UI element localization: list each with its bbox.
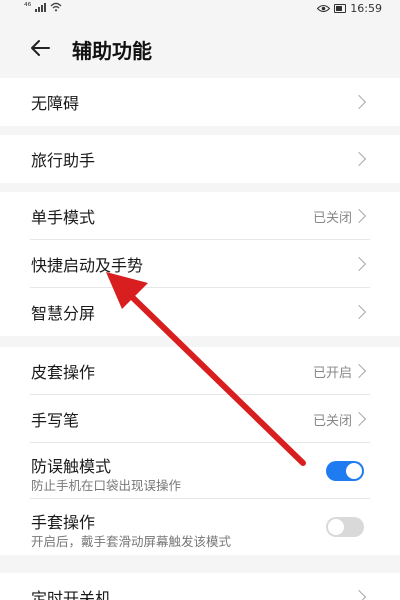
header: 辅助功能 [0,28,400,68]
page-title: 辅助功能 [72,39,152,63]
settings-group-controls: 皮套操作 已开启 手写笔 已关闭 防误触模式 防止手机在口袋出现误操作 手套操作… [0,347,400,555]
chevron-right-icon [351,304,367,320]
network-type: ⁴⁶ [24,2,32,12]
toggle-knob [346,463,362,479]
setting-description: 开启后，戴手套滑动屏幕触发该模式 [31,534,232,549]
setting-row-one-hand-mode[interactable]: 单手模式 已关闭 [0,192,400,240]
setting-row-accidental-touch[interactable]: 防误触模式 防止手机在口袋出现误操作 [0,443,400,499]
setting-label: 快捷启动及手势 [31,256,144,275]
setting-label: 旅行助手 [31,151,96,170]
wifi-icon [50,2,62,12]
status-left: ⁴⁶ [24,2,62,12]
status-right: 16:59 [317,2,382,15]
chevron-right-icon [351,208,367,224]
status-time: 16:59 [350,2,382,15]
settings-group-gestures: 单手模式 已关闭 快捷启动及手势 智慧分屏 [0,192,400,336]
setting-label: 定时开关机 [31,589,112,600]
status-bar: ⁴⁶ 16:59 [0,0,400,18]
setting-value: 已关闭 [312,210,352,226]
settings-screen: ⁴⁶ 16:59 辅助功能 无障碍 旅行助手 单手模式 已关闭 快捷启动及手势 … [0,0,400,600]
chevron-right-icon [351,256,367,272]
setting-row-scheduled-power[interactable]: 定时开关机 [0,573,400,600]
setting-label: 防误触模式 [31,457,112,476]
eye-icon [317,4,331,13]
setting-label: 无障碍 [31,94,80,113]
settings-group-travel: 旅行助手 [0,135,400,183]
signal-icon [35,2,47,12]
setting-description: 防止手机在口袋出现误操作 [31,478,182,493]
setting-row-shortcuts-gestures[interactable]: 快捷启动及手势 [0,240,400,288]
chevron-right-icon [351,589,367,600]
back-arrow-icon[interactable] [28,36,52,60]
chevron-right-icon [351,411,367,427]
toggle-knob [328,519,344,535]
setting-row-glove-mode[interactable]: 手套操作 开启后，戴手套滑动屏幕触发该模式 [0,499,400,555]
setting-label: 皮套操作 [31,363,96,382]
settings-group-accessibility: 无障碍 [0,78,400,126]
setting-label: 手套操作 [31,513,96,532]
accidental-touch-toggle[interactable] [326,461,364,481]
setting-row-stylus[interactable]: 手写笔 已关闭 [0,395,400,443]
setting-row-cover-operation[interactable]: 皮套操作 已开启 [0,347,400,395]
glove-mode-toggle[interactable] [326,517,364,537]
setting-value: 已开启 [312,365,352,381]
setting-row-accessibility[interactable]: 无障碍 [0,78,400,126]
setting-label: 智慧分屏 [31,304,96,323]
settings-group-schedule: 定时开关机 [0,573,400,600]
setting-value: 已关闭 [312,413,352,429]
setting-label: 单手模式 [31,208,96,227]
setting-label: 手写笔 [31,411,80,430]
chevron-right-icon [351,151,367,167]
setting-row-travel-assistant[interactable]: 旅行助手 [0,135,400,183]
chevron-right-icon [351,363,367,379]
battery-icon [334,4,347,13]
chevron-right-icon [351,94,367,110]
setting-row-smart-split-screen[interactable]: 智慧分屏 [0,288,400,336]
